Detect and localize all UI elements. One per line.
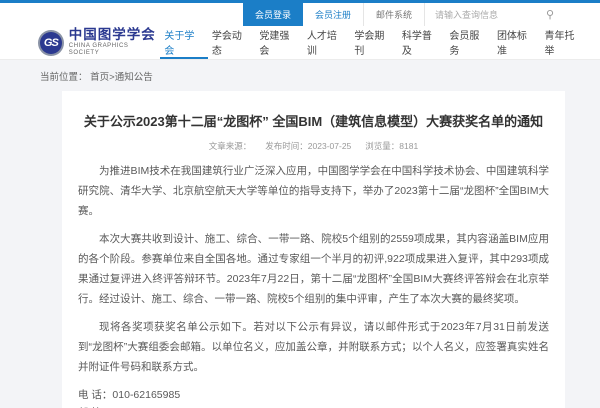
article-view-count: 浏览量：8181 — [365, 140, 418, 152]
nav-item-journal[interactable]: 学会期刊 — [350, 26, 398, 59]
paragraph: 为推进BIM技术在我国建筑行业广泛深入应用，中国图学学会在中国科学技术协会、中国… — [78, 162, 549, 222]
search-icon[interactable]: ⚲ — [540, 8, 560, 21]
article-card: 关于公示2023第十二届“龙图杯” 全国BIM（建筑信息模型）大赛获奖名单的通知… — [62, 91, 565, 408]
article-source: 文章来源： — [209, 140, 252, 152]
nav-item-training[interactable]: 人才培训 — [303, 26, 351, 59]
mail-system-button[interactable]: 邮件系统 — [364, 3, 425, 26]
contact-email: 邮 箱：cbim@cgn.net.cn — [78, 404, 549, 408]
nav-item-party[interactable]: 党建强会 — [255, 26, 303, 59]
utility-bar: 会员登录 会员注册 邮件系统 ⚲ — [0, 3, 600, 26]
nav-item-member-service[interactable]: 会员服务 — [445, 26, 493, 59]
society-emblem-icon: GS — [38, 30, 64, 56]
article-meta: 文章来源： 发布时间：2023-07-25 浏览量：8181 — [78, 140, 549, 152]
nav-item-standards[interactable]: 团体标准 — [493, 26, 541, 59]
nav-item-about[interactable]: 关于学会 — [160, 26, 208, 59]
article-title: 关于公示2023第十二届“龙图杯” 全国BIM（建筑信息模型）大赛获奖名单的通知 — [78, 113, 549, 131]
breadcrumb: 当前位置： 首页>通知公告 — [0, 60, 600, 91]
member-login-button[interactable]: 会员登录 — [243, 3, 303, 26]
main-nav: 关于学会 学会动态 党建强会 人才培训 学会期刊 科学普及 会员服务 团体标准 … — [160, 26, 588, 59]
nav-item-news[interactable]: 学会动态 — [208, 26, 256, 59]
breadcrumb-label: 当前位置： — [40, 72, 88, 83]
phone-number: 010-62165985 — [112, 389, 180, 401]
nav-item-science[interactable]: 科学普及 — [398, 26, 446, 59]
logo-title: 中国图学学会 — [69, 28, 161, 43]
logo-subtitle: CHINA GRAPHICS SOCIETY — [69, 43, 161, 56]
search-box: ⚲ — [425, 3, 560, 26]
article-body: 为推进BIM技术在我国建筑行业广泛深入应用，中国图学学会在中国科学技术协会、中国… — [78, 162, 549, 377]
site-header: GS 中国图学学会 CHINA GRAPHICS SOCIETY 关于学会 学会… — [0, 26, 600, 60]
contact-phone: 电 话：010-62165985 — [78, 386, 549, 405]
paragraph: 现将各奖项获奖名单公示如下。若对以下公示有异议，请以邮件形式于2023年7月31… — [78, 318, 549, 378]
site-logo[interactable]: GS 中国图学学会 CHINA GRAPHICS SOCIETY — [38, 28, 160, 56]
breadcrumb-current-link[interactable]: 通知公告 — [115, 72, 153, 83]
search-input[interactable] — [435, 10, 540, 20]
nav-item-youth[interactable]: 青年托举 — [540, 26, 588, 59]
member-register-button[interactable]: 会员注册 — [303, 3, 364, 26]
breadcrumb-home-link[interactable]: 首页 — [90, 72, 109, 83]
paragraph: 本次大赛共收到设计、施工、综合、一带一路、院校5个组别的2559项成果，其内容涵… — [78, 230, 549, 310]
article-publish-date: 发布时间：2023-07-25 — [265, 140, 351, 152]
contact-block: 电 话：010-62165985 邮 箱：cbim@cgn.net.cn — [78, 386, 549, 408]
